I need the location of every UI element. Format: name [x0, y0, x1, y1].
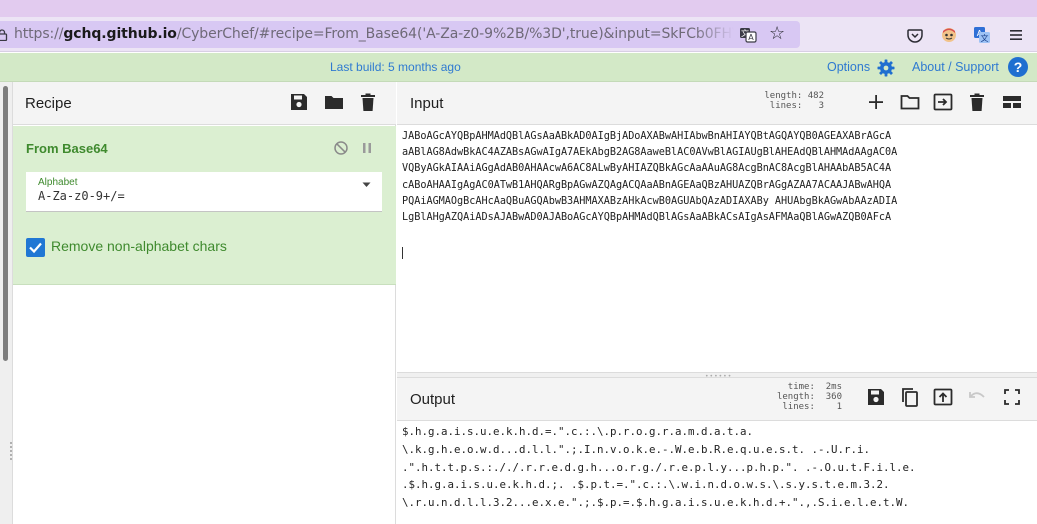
gear-icon[interactable] [876, 58, 896, 78]
options-link[interactable]: Options [827, 60, 870, 74]
pocket-icon[interactable] [906, 26, 924, 44]
help-icon[interactable]: ? [1008, 57, 1028, 77]
operation-title: From Base64 [26, 141, 108, 156]
url-field[interactable]: https://gchq.github.io/CyberChef/#recipe… [0, 21, 800, 48]
translate-page-icon[interactable]: 文 A [739, 26, 757, 44]
output-time-value: 2ms [825, 382, 842, 392]
open-file-icon[interactable] [933, 92, 953, 112]
output-stats: time: 2ms length: 360 lines: 1 [757, 382, 842, 412]
clear-input-icon[interactable] [967, 92, 987, 112]
app-header: Last build: 5 months ago Options About /… [0, 53, 1037, 82]
recipe-panel: Recipe From Base64 Alphabet A-Za-z0-9+/= [13, 82, 396, 524]
remove-non-alphabet-label: Remove non-alphabet chars [51, 238, 227, 254]
load-recipe-icon[interactable] [324, 92, 344, 112]
output-length-label: length: [776, 392, 815, 402]
input-textarea[interactable]: JABoAGcAYQBpAHMAdQBlAGsAaABkAD0AIgBjADoA… [402, 129, 1034, 226]
input-lines-value: 3 [818, 101, 824, 111]
about-support-link[interactable]: About / Support [912, 60, 999, 74]
chevron-down-icon[interactable] [362, 182, 371, 188]
input-lines-label: lines: [769, 101, 803, 111]
output-length-value: 360 [825, 392, 842, 402]
text-cursor [402, 247, 403, 259]
recipe-header: Recipe [13, 82, 396, 125]
copy-output-icon[interactable] [900, 387, 920, 407]
open-folder-icon[interactable] [900, 92, 920, 112]
save-output-icon[interactable] [866, 387, 886, 407]
checkbox-checked[interactable] [26, 238, 45, 257]
alphabet-label: Alphabet [38, 177, 78, 188]
output-time-label: time: [787, 382, 815, 392]
add-input-tab-icon[interactable] [866, 92, 886, 112]
output-textarea[interactable]: $.h.g.a.i.s.u.e.k.h.d.=.".c.:.\.p.r.o.g.… [402, 423, 1034, 512]
save-recipe-icon[interactable] [289, 92, 309, 112]
lock-icon [0, 29, 8, 41]
menu-icon[interactable] [1007, 26, 1025, 44]
url-prefix: https:// [14, 26, 64, 42]
svg-text:A: A [748, 33, 754, 42]
scrollbar-thumb[interactable] [3, 86, 8, 361]
last-build-text: Last build: 5 months ago [330, 60, 461, 74]
url-host: gchq.github.io [63, 26, 177, 42]
clear-recipe-icon[interactable] [358, 92, 378, 112]
extension-avatar-icon[interactable] [940, 26, 958, 44]
browser-tab-strip [0, 0, 1037, 17]
input-title: Input [410, 95, 444, 112]
alphabet-select[interactable]: Alphabet A-Za-z0-9+/= [26, 172, 382, 212]
checkmark-icon [29, 242, 42, 254]
output-lines-value: 1 [836, 402, 842, 412]
url-fade [694, 23, 734, 46]
reset-layout-icon[interactable] [1002, 92, 1022, 112]
output-title: Output [410, 391, 456, 408]
browser-toolbar: https://gchq.github.io/CyberChef/#recipe… [0, 17, 1037, 52]
input-stats: length: 482 lines: 3 [752, 91, 824, 111]
disable-operation-icon[interactable] [333, 140, 349, 156]
undo-icon[interactable] [967, 387, 987, 407]
operations-gutter [0, 82, 13, 524]
output-lines-label: lines: [782, 402, 815, 412]
bookmark-star-icon[interactable]: ☆ [769, 25, 785, 43]
alphabet-value[interactable]: A-Za-z0-9+/= [38, 189, 125, 203]
url-path: /CyberChef/#recipe=From_Base64('A-Za-z0-… [176, 26, 734, 42]
svg-text:文: 文 [981, 33, 989, 43]
input-length-label: length: [764, 91, 803, 101]
input-length-value: 482 [807, 91, 824, 101]
recipe-title: Recipe [25, 95, 72, 112]
output-panel: Output time: 2ms length: 360 lines: 1 $.… [397, 378, 1037, 524]
breakpoint-icon[interactable] [361, 141, 373, 155]
maximise-icon[interactable] [1002, 387, 1022, 407]
input-header: Input length: 482 lines: 3 [397, 82, 1037, 125]
url-text[interactable]: https://gchq.github.io/CyberChef/#recipe… [14, 26, 734, 42]
translate-extension-icon[interactable]: A 文 [973, 26, 991, 44]
operation-from-base64[interactable]: From Base64 Alphabet A-Za-z0-9+/= Remove… [13, 126, 396, 285]
replace-input-icon[interactable] [933, 387, 953, 407]
output-header: Output time: 2ms length: 360 lines: 1 [397, 378, 1037, 421]
input-panel: Input length: 482 lines: 3 JABoAGcAYQBpA… [397, 82, 1037, 372]
